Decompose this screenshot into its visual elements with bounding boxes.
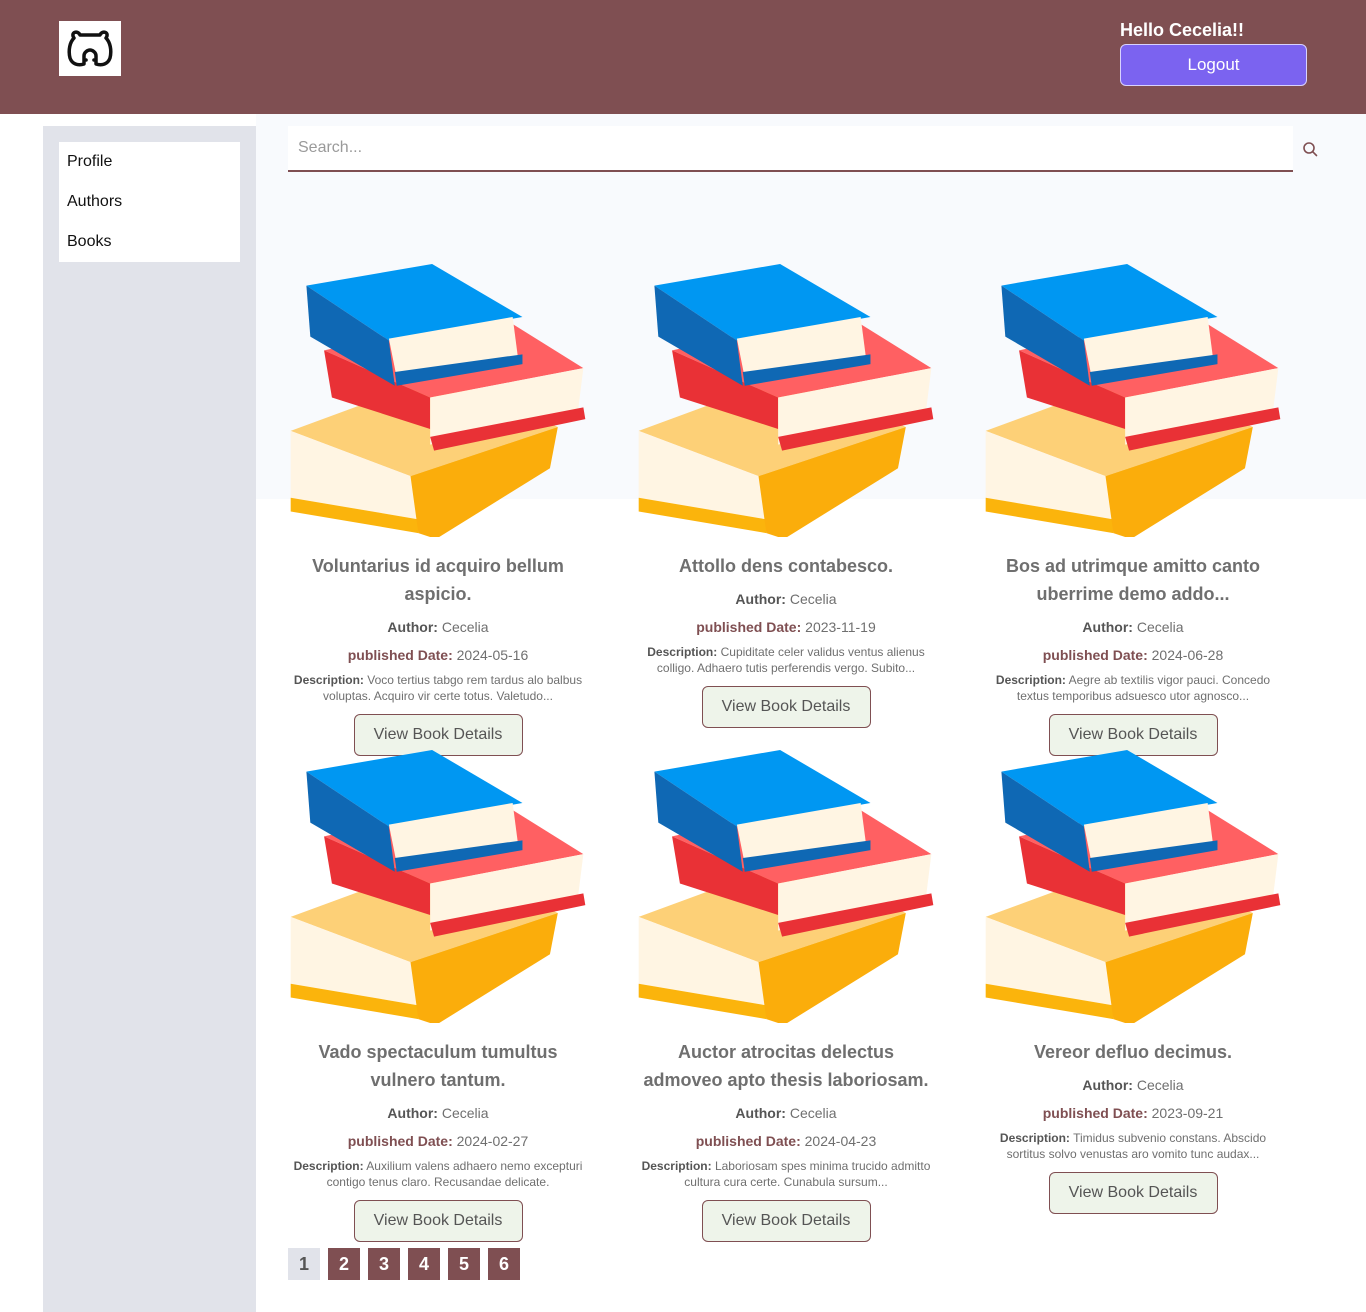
- sidebar-item-profile[interactable]: Profile: [59, 142, 240, 182]
- page-button-6[interactable]: 6: [488, 1248, 520, 1280]
- book-stack-image: [638, 263, 934, 537]
- search-icon[interactable]: [1302, 141, 1318, 157]
- book-author: Author: Cecelia: [387, 619, 489, 635]
- user-greeting: Hello Cecelia!!: [1120, 20, 1245, 40]
- book-description: Description: Aegre ab textilis vigor pau…: [995, 673, 1271, 703]
- book-description: Description: Laboriosam spes minima truc…: [641, 1159, 931, 1189]
- book-description: Description: Auxilium valens adhaero nem…: [293, 1159, 583, 1189]
- book-published-date: published Date: 2024-05-16: [347, 647, 529, 663]
- book-published-date: published Date: 2024-04-23: [695, 1133, 877, 1149]
- bear-face-icon: [67, 29, 113, 66]
- logout-button[interactable]: Logout: [1120, 44, 1307, 86]
- book-card: Attollo dens contabesco. Author: Cecelia…: [636, 262, 936, 728]
- book-stack-image: [290, 263, 586, 537]
- book-card: Auctor atrocitas delectus admoveo apto t…: [636, 748, 936, 1242]
- book-card: Bos ad utrimque amitto canto uberrime de…: [983, 262, 1283, 756]
- book-published-date: published Date: 2023-11-19: [696, 619, 876, 635]
- book-author: Author: Cecelia: [1082, 1077, 1184, 1093]
- book-title[interactable]: Vereor defluo decimus.: [983, 1038, 1283, 1066]
- book-stack-image: [290, 749, 586, 1023]
- view-book-details-button[interactable]: View Book Details: [1048, 1172, 1218, 1214]
- view-book-details-button[interactable]: View Book Details: [701, 1200, 871, 1242]
- book-description: Description: Voco tertius tabgo rem tard…: [293, 673, 583, 703]
- book-title[interactable]: Vado spectaculum tumultus vulnero tantum…: [288, 1038, 588, 1094]
- book-published-date: published Date: 2024-02-27: [347, 1133, 529, 1149]
- book-title[interactable]: Attollo dens contabesco.: [636, 552, 936, 580]
- page-button-2[interactable]: 2: [328, 1248, 360, 1280]
- book-author: Author: Cecelia: [735, 1105, 837, 1121]
- book-stack-image: [985, 263, 1281, 537]
- book-card: Vado spectaculum tumultus vulnero tantum…: [288, 748, 588, 1242]
- book-stack-image: [985, 749, 1281, 1023]
- book-title[interactable]: Bos ad utrimque amitto canto uberrime de…: [983, 552, 1283, 608]
- book-card: Vereor defluo decimus. Author: Cecelia p…: [983, 748, 1283, 1214]
- book-title[interactable]: Auctor atrocitas delectus admoveo apto t…: [636, 1038, 936, 1094]
- book-description: Description: Timidus subvenio constans. …: [999, 1131, 1267, 1161]
- book-author: Author: Cecelia: [735, 591, 837, 607]
- sidebar: Profile Authors Books: [43, 126, 256, 1312]
- app-header: Hello Cecelia!! Logout: [0, 0, 1366, 114]
- pagination: 1 2 3 4 5 6: [288, 1248, 520, 1280]
- book-card: Voluntarius id acquiro bellum aspicio. A…: [288, 262, 588, 756]
- page-button-5[interactable]: 5: [448, 1248, 480, 1280]
- sidebar-item-books[interactable]: Books: [59, 222, 240, 262]
- logo[interactable]: [59, 21, 121, 76]
- book-title[interactable]: Voluntarius id acquiro bellum aspicio.: [288, 552, 588, 608]
- book-published-date: published Date: 2024-06-28: [1042, 647, 1224, 663]
- book-author: Author: Cecelia: [1082, 619, 1184, 635]
- search-input[interactable]: [288, 126, 1293, 172]
- page-button-1[interactable]: 1: [288, 1248, 320, 1280]
- book-author: Author: Cecelia: [387, 1105, 489, 1121]
- book-description: Description: Cupiditate celer validus ve…: [647, 645, 925, 675]
- book-published-date: published Date: 2023-09-21: [1042, 1105, 1224, 1121]
- view-book-details-button[interactable]: View Book Details: [353, 1200, 523, 1242]
- sidebar-menu: Profile Authors Books: [59, 142, 240, 262]
- page-button-4[interactable]: 4: [408, 1248, 440, 1280]
- page-button-3[interactable]: 3: [368, 1248, 400, 1280]
- view-book-details-button[interactable]: View Book Details: [701, 686, 871, 728]
- book-stack-image: [638, 749, 934, 1023]
- sidebar-item-authors[interactable]: Authors: [59, 182, 240, 222]
